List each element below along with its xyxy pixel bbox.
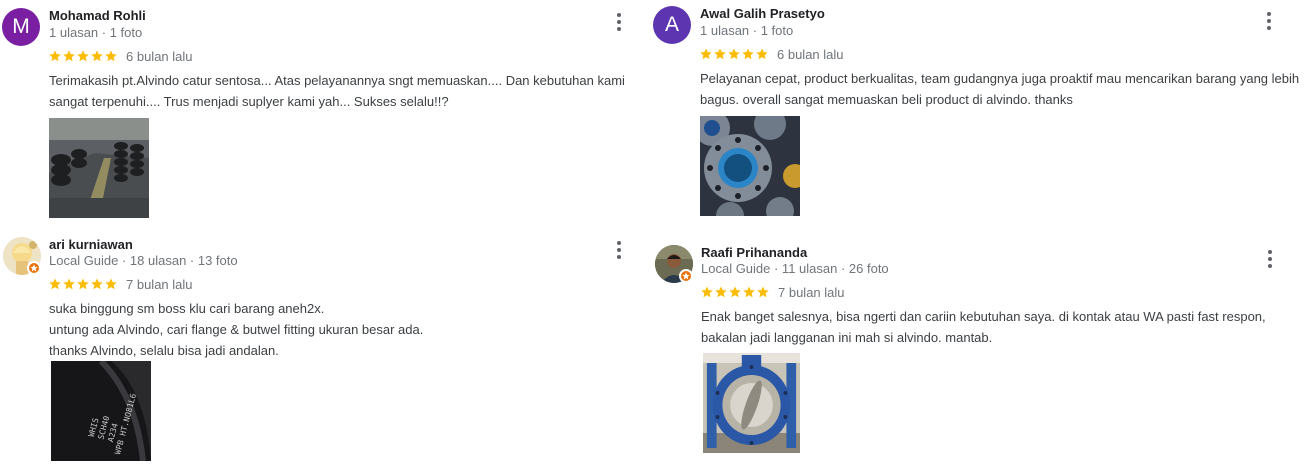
review-text-line: suka binggung sm boss klu cari barang an… bbox=[49, 301, 325, 316]
star-icon bbox=[48, 277, 62, 291]
star-rating bbox=[699, 47, 769, 61]
reviewer-name[interactable]: Mohamad Rohli bbox=[49, 8, 146, 23]
star-icon bbox=[104, 49, 118, 63]
star-icon bbox=[76, 277, 90, 291]
star-icon bbox=[104, 277, 118, 291]
review-date: 6 bulan lalu bbox=[777, 47, 844, 62]
star-rating bbox=[48, 49, 118, 63]
review-text: Pelayanan cepat, product berkualitas, te… bbox=[700, 68, 1300, 110]
star-icon bbox=[755, 47, 769, 61]
reviewer-name[interactable]: Awal Galih Prasetyo bbox=[700, 6, 825, 21]
star-icon bbox=[728, 285, 742, 299]
more-options-button[interactable] bbox=[609, 240, 629, 260]
review-text: Terimakasih pt.Alvindo catur sentosa... … bbox=[49, 70, 649, 112]
reviewer-meta: 1 ulasan · 1 foto bbox=[49, 25, 143, 40]
star-icon bbox=[742, 285, 756, 299]
review-text-line: Enak banget salesnya, bisa ngerti dan ca… bbox=[701, 309, 1266, 324]
star-icon bbox=[727, 47, 741, 61]
review-photo[interactable] bbox=[700, 116, 800, 216]
local-guide-badge-icon bbox=[27, 261, 41, 275]
star-icon bbox=[741, 47, 755, 61]
reviewer-meta: 1 ulasan · 1 foto bbox=[700, 23, 794, 38]
review-text-line: untung ada Alvindo, cari flange & butwel… bbox=[49, 322, 424, 337]
star-icon bbox=[76, 49, 90, 63]
review-date: 7 bulan lalu bbox=[126, 277, 193, 292]
review-date: 7 bulan lalu bbox=[778, 285, 845, 300]
review-text-line: Terimakasih pt.Alvindo catur sentosa... … bbox=[49, 73, 625, 88]
review-photo[interactable]: WHIS SCH40 A234 WPB HT.NO81L6 bbox=[51, 361, 151, 461]
star-icon bbox=[90, 49, 104, 63]
review-text-line: Pelayanan cepat, product berkualitas, te… bbox=[700, 71, 1300, 86]
review-text-line: bagus. overall sangat memuaskan beli pro… bbox=[700, 92, 1073, 107]
review-photo[interactable] bbox=[49, 118, 149, 218]
reviewer-name[interactable]: Raafi Prihananda bbox=[701, 245, 807, 260]
more-options-button[interactable] bbox=[1260, 249, 1280, 269]
avatar[interactable]: M bbox=[2, 8, 40, 46]
star-icon bbox=[699, 47, 713, 61]
star-rating bbox=[700, 285, 770, 299]
review-text-line: thanks Alvindo, selalu bisa jadi andalan… bbox=[49, 343, 279, 358]
star-icon bbox=[714, 285, 728, 299]
reviewer-name[interactable]: ari kurniawan bbox=[49, 237, 133, 252]
review-photo[interactable] bbox=[703, 353, 800, 453]
local-guide-badge-icon bbox=[679, 269, 693, 283]
avatar[interactable]: A bbox=[653, 6, 691, 44]
review-text: suka binggung sm boss klu cari barang an… bbox=[49, 298, 649, 361]
reviewer-meta: Local Guide · 11 ulasan · 26 foto bbox=[701, 261, 889, 276]
star-icon bbox=[713, 47, 727, 61]
review-date: 6 bulan lalu bbox=[126, 49, 193, 64]
star-rating bbox=[48, 277, 118, 291]
star-icon bbox=[700, 285, 714, 299]
review-text: Enak banget salesnya, bisa ngerti dan ca… bbox=[701, 306, 1301, 348]
star-icon bbox=[62, 277, 76, 291]
reviewer-meta: Local Guide · 18 ulasan · 13 foto bbox=[49, 253, 238, 268]
review-text-line: sangat terpenuhi.... Trus menjadi suplye… bbox=[49, 94, 449, 109]
more-options-button[interactable] bbox=[609, 12, 629, 32]
star-icon bbox=[62, 49, 76, 63]
more-options-button[interactable] bbox=[1259, 11, 1279, 31]
review-text-line: bakalan jadi langganan ini mah si alvind… bbox=[701, 330, 993, 345]
star-icon bbox=[48, 49, 62, 63]
avatar-letter: M bbox=[12, 15, 30, 38]
avatar-letter: A bbox=[664, 13, 679, 36]
star-icon bbox=[90, 277, 104, 291]
star-icon bbox=[756, 285, 770, 299]
